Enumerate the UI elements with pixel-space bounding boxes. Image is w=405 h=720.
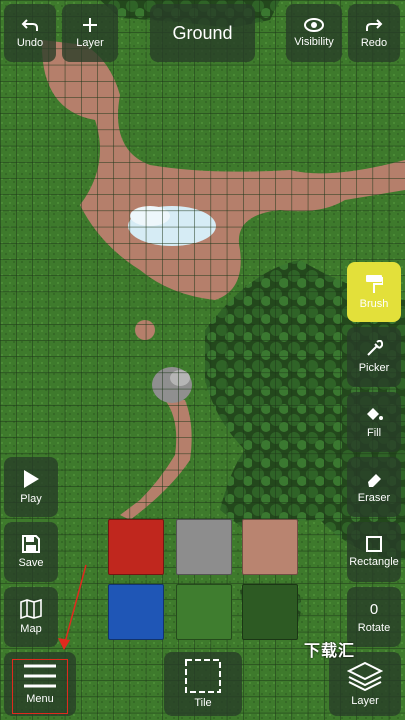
rotate-value: 0 [369,600,379,618]
paint-roller-icon [366,275,383,293]
redo-button[interactable]: Redo [348,4,400,62]
visibility-label: Visibility [294,36,334,48]
undo-icon [21,19,38,31]
brush-tool-button[interactable]: Brush [347,262,401,322]
menu-highlight-box [12,659,68,714]
undo-label: Undo [16,37,44,49]
add-layer-button[interactable]: Layer [62,4,118,62]
palette-tile-grass[interactable] [176,584,232,640]
add-layer-label: Layer [76,37,104,49]
rotate-label: Rotate [357,621,391,634]
rotate-button[interactable]: 0 Rotate [347,587,401,647]
play-label: Play [20,493,42,505]
palette-tile-dirt[interactable] [242,519,298,575]
play-button[interactable]: Play [4,457,58,517]
eraser-label: Eraser [357,492,391,504]
palette-tile-lava[interactable] [108,519,164,575]
layers-button[interactable]: Layer [329,652,401,716]
floppy-disk-icon [22,535,40,553]
fill-tool-button[interactable]: Fill [347,392,401,452]
eye-icon [304,18,324,32]
map-label: Map [20,623,42,635]
paint-bucket-icon [367,408,383,420]
layer-title[interactable]: Ground [150,4,255,62]
eyedropper-icon [367,340,383,356]
tile-button[interactable]: Tile [164,652,242,716]
palette-tile-water[interactable] [108,584,164,640]
eraser-icon [368,474,381,487]
brush-label: Brush [359,298,389,310]
redo-icon [366,19,383,31]
palette-tile-stone[interactable] [176,519,232,575]
save-label: Save [18,557,44,569]
plus-icon [83,18,97,32]
tile-outline-icon [185,659,221,693]
map-icon [20,599,42,619]
layers-label: Layer [351,695,379,707]
watermark-text: 下载汇 [304,643,356,660]
play-icon [24,470,39,488]
rectangle-label: Rectangle [349,556,399,568]
layers-stack-icon [347,661,383,691]
picker-label: Picker [358,362,390,374]
square-icon [366,536,382,552]
undo-button[interactable]: Undo [4,4,56,62]
tile-label: Tile [194,697,212,709]
redo-label: Redo [360,37,388,49]
palette-tile-bush[interactable] [242,584,298,640]
eraser-tool-button[interactable]: Eraser [347,457,401,517]
fill-label: Fill [366,427,382,439]
visibility-button[interactable]: Visibility [286,4,342,62]
map-button[interactable]: Map [4,587,58,647]
picker-tool-button[interactable]: Picker [347,327,401,387]
save-button[interactable]: Save [4,522,58,582]
rectangle-tool-button[interactable]: Rectangle [347,522,401,582]
